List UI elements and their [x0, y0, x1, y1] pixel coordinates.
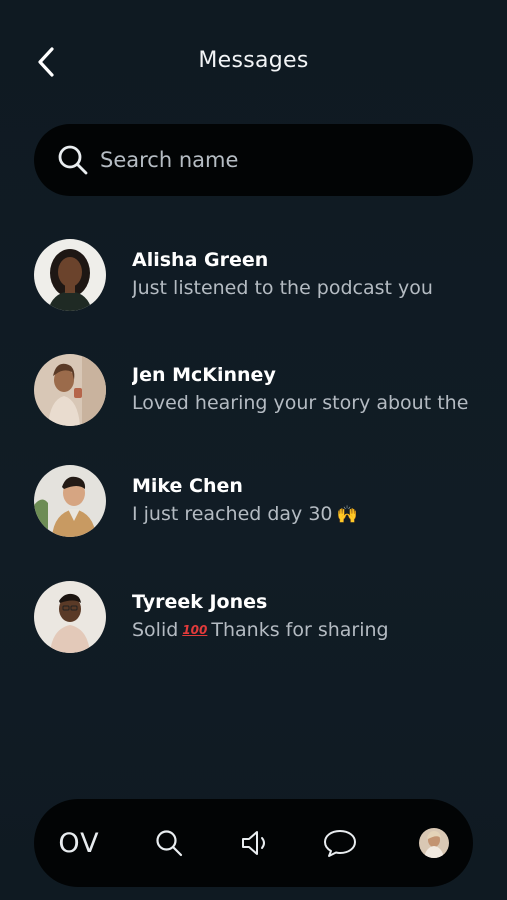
message-preview: Solid 100 Thanks for sharing	[132, 615, 477, 645]
speaker-icon	[242, 831, 265, 855]
contact-name: Jen McKinney	[132, 364, 276, 386]
raised-hands-emoji: 🙌	[336, 504, 358, 525]
hundred-points-emoji: 100	[182, 623, 208, 637]
search-icon	[56, 143, 90, 177]
avatar	[34, 581, 106, 653]
message-text-after: Thanks for sharing	[211, 619, 389, 641]
nav-audio-button[interactable]	[236, 799, 276, 887]
nav-search-button[interactable]	[149, 799, 189, 887]
message-preview: Just listened to the podcast you	[132, 277, 433, 299]
message-preview: Loved hearing your story about the	[132, 392, 469, 414]
avatar	[34, 354, 106, 426]
conversation-item[interactable]: Jen McKinney Loved hearing your story ab…	[34, 352, 507, 428]
conversation-item[interactable]: Mike Chen I just reached day 30 🙌	[34, 463, 507, 539]
message-text: I just reached day 30	[132, 502, 333, 525]
message-text-before: Solid	[132, 619, 179, 641]
contact-name: Alisha Green	[132, 249, 269, 271]
home-logo-button[interactable]: OV	[54, 799, 104, 887]
search-icon	[156, 830, 183, 857]
search-input[interactable]	[100, 148, 430, 172]
avatar	[34, 465, 106, 537]
nav-profile-button[interactable]	[418, 799, 450, 887]
avatar	[34, 239, 106, 311]
contact-name: Tyreek Jones	[132, 591, 268, 613]
chat-bubble-icon	[324, 830, 356, 857]
app-logo: OV	[58, 827, 100, 859]
page-title: Messages	[198, 48, 309, 73]
header: Messages	[0, 0, 507, 125]
message-preview: I just reached day 30 🙌	[132, 499, 477, 530]
profile-avatar	[419, 828, 449, 858]
contact-name: Mike Chen	[132, 474, 243, 497]
search-bar[interactable]	[34, 124, 473, 196]
conversation-item[interactable]: Tyreek Jones Solid 100 Thanks for sharing	[34, 579, 507, 655]
nav-messages-button[interactable]	[320, 799, 360, 887]
bottom-nav: OV	[34, 799, 473, 887]
conversation-item[interactable]: Alisha Green Just listened to the podcas…	[34, 237, 507, 313]
